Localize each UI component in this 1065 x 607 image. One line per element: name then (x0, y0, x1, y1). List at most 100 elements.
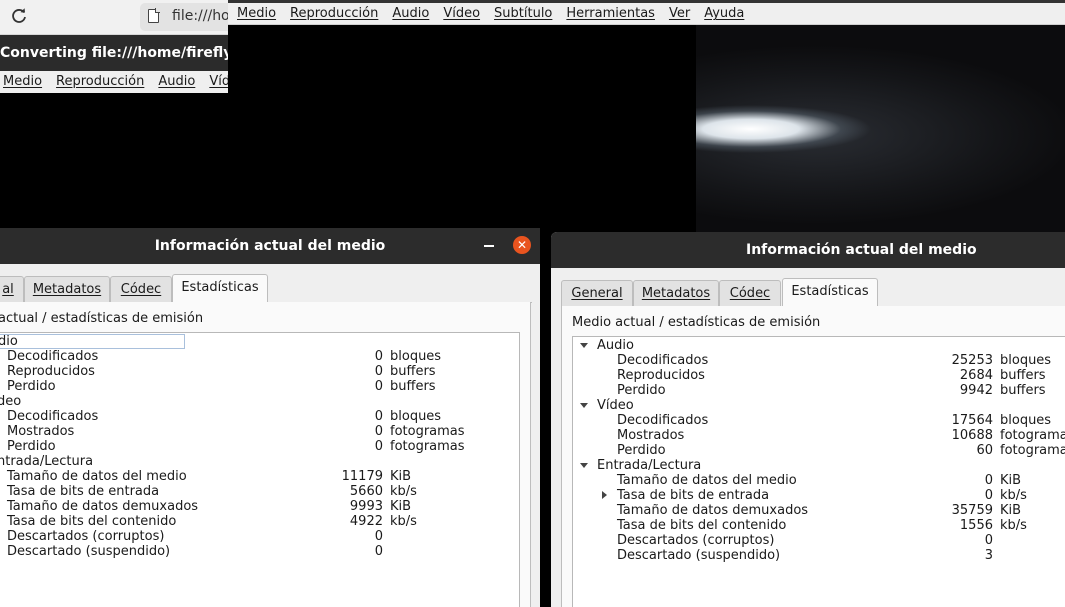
row-value: 10688 (951, 428, 993, 443)
row-unit: kb/s (1000, 488, 1027, 503)
tree-row[interactable]: Reproducidos 2684 buffers (573, 368, 1065, 383)
menu-reproduccion[interactable]: Reproducción (283, 3, 385, 24)
tree-row[interactable]: Tamaño de datos del medio 0 KiB (573, 473, 1065, 488)
conv-menu-audio[interactable]: Audio (151, 71, 202, 92)
row-label: dio (0, 334, 18, 349)
conv-menu-reproduccion[interactable]: Reproducción (49, 71, 151, 92)
row-value: 60 (976, 443, 993, 458)
menu-subtitulo[interactable]: Subtítulo (487, 3, 559, 24)
menu-herramientas[interactable]: Herramientas (559, 3, 662, 24)
row-value: 25253 (951, 353, 993, 368)
row-label: deo (0, 394, 22, 409)
close-icon[interactable]: ✕ (513, 236, 531, 254)
tab-metadatos[interactable]: Metadatos (633, 280, 719, 306)
reload-icon[interactable] (10, 7, 28, 25)
vlc-menubar: Medio Reproducción Audio Vídeo Subtítulo Herr… (228, 3, 1065, 25)
row-unit: fotogramas (390, 424, 465, 439)
tree-row[interactable]: Reproducidos 0 buffers (0, 364, 519, 379)
section-label: actual / estadísticas de emisión (0, 311, 204, 326)
row-unit: KiB (390, 499, 412, 514)
tree-group-row[interactable]: ntrada/Lectura (0, 454, 519, 469)
tree-row[interactable]: Mostrados 0 fotogramas (0, 424, 519, 439)
tree-group-row[interactable]: Vídeo (573, 398, 1065, 413)
menu-video[interactable]: Vídeo (436, 3, 487, 24)
url-bar[interactable]: file:///ho (140, 3, 230, 31)
menu-ayuda[interactable]: Ayuda (697, 3, 751, 24)
tree-row[interactable]: Tamaño de datos demuxados 35759 KiB (573, 503, 1065, 518)
menu-ver[interactable]: Ver (662, 3, 697, 24)
row-unit: kb/s (390, 484, 417, 499)
stats-tree[interactable]: Audio Decodificados 25253 bloques Reproducid… (572, 336, 1065, 607)
row-unit: buffers (1000, 383, 1046, 398)
tree-row[interactable]: Decodificados 25253 bloques (573, 353, 1065, 368)
row-unit: buffers (1000, 368, 1046, 383)
tree-row[interactable]: Descartado (suspendido) 3 (573, 548, 1065, 563)
tree-group-row[interactable]: deo (0, 394, 519, 409)
row-value: 2684 (959, 368, 993, 383)
tree-group-row[interactable]: Audio (573, 338, 1065, 353)
tree-row[interactable]: Perdido 0 fotogramas (0, 439, 519, 454)
tree-group-row[interactable]: dio (0, 334, 185, 349)
tab-estadisticas[interactable]: Estadísticas (172, 274, 268, 302)
tree-row[interactable]: Descartado (suspendido) 0 (0, 544, 519, 559)
tab-codec[interactable]: Códec (719, 280, 781, 306)
tree-row[interactable]: Perdido 0 buffers (0, 379, 519, 394)
tree-row[interactable]: Descartados (corruptos) 0 (0, 529, 519, 544)
row-label: Perdido (617, 443, 666, 458)
expand-arrow-icon[interactable] (580, 343, 588, 348)
row-unit: fotogramas (1000, 428, 1065, 443)
tree-row[interactable]: Tasa de bits del contenido 4922 kb/s (0, 514, 519, 529)
row-unit: fotogramas (390, 439, 465, 454)
url-text: file:///ho (172, 8, 230, 24)
row-label: Vídeo (597, 398, 634, 413)
tree-row[interactable]: Mostrados 10688 fotogramas (573, 428, 1065, 443)
tree-row[interactable]: Tasa de bits de entrada 5660 kb/s (0, 484, 519, 499)
tab-codec[interactable]: Códec (110, 276, 172, 302)
row-value: 0 (374, 349, 383, 364)
row-value: 0 (374, 544, 383, 559)
tree-row[interactable]: Tasa de bits del contenido 1556 kb/s (573, 518, 1065, 533)
row-unit: KiB (1000, 473, 1022, 488)
tree-row[interactable]: Decodificados 0 bloques (0, 409, 519, 424)
expand-arrow-icon[interactable] (580, 463, 588, 468)
menu-medio[interactable]: Medio (228, 3, 283, 24)
row-label: Tamaño de datos demuxados (7, 499, 199, 514)
dialog-title-bar: Información actual del medio (0, 228, 540, 264)
tree-row[interactable]: Perdido 9942 buffers (573, 383, 1065, 398)
dialog-title-bar: Información actual del medio (551, 232, 1065, 268)
tree-row[interactable]: Tamaño de datos demuxados 9993 KiB (0, 499, 519, 514)
conv-menu-medio[interactable]: Medio (0, 71, 49, 92)
tree-row[interactable]: Decodificados 0 bloques (0, 349, 519, 364)
tree-group-row[interactable]: Entrada/Lectura (573, 458, 1065, 473)
row-unit: bloques (1000, 353, 1052, 368)
tree-row[interactable]: Decodificados 17564 bloques (573, 413, 1065, 428)
expand-arrow-icon[interactable] (580, 403, 588, 408)
row-value: 3 (984, 548, 993, 563)
row-value: 0 (374, 424, 383, 439)
page-icon (148, 8, 160, 23)
minimize-icon[interactable] (484, 245, 494, 247)
row-value: 0 (374, 439, 383, 454)
tab-estadisticas[interactable]: Estadísticas (782, 278, 878, 306)
row-value: 0 (984, 473, 993, 488)
row-unit: bloques (390, 349, 442, 364)
row-unit: KiB (1000, 503, 1022, 518)
row-unit: fotogramas (1000, 443, 1065, 458)
tab-general[interactable]: General (561, 280, 633, 306)
tree-row[interactable]: Descartados (corruptos) 0 (573, 533, 1065, 548)
tree-row[interactable]: Perdido 60 fotogramas (573, 443, 1065, 458)
conv-menu-video[interactable]: Víde (202, 71, 228, 92)
row-value: 35759 (951, 503, 993, 518)
collapsed-arrow-icon[interactable] (602, 491, 607, 499)
row-value: 1556 (959, 518, 993, 533)
stats-tree[interactable]: dio Decodificados0bloques Reproducidos0buf… (0, 332, 520, 607)
menu-audio[interactable]: Audio (385, 3, 436, 24)
row-label: Tasa de bits de entrada (7, 484, 160, 499)
tree-row[interactable]: Tamaño de datos del medio 11179 KiB (0, 469, 519, 484)
tab-metadatos[interactable]: Metadatos (24, 276, 110, 302)
row-label: Reproducidos (7, 364, 95, 379)
row-value: 0 (984, 488, 993, 503)
row-label: Tasa de bits de entrada (617, 488, 770, 503)
tree-row[interactable]: Tasa de bits de entrada 0 kb/s (573, 488, 1065, 503)
tab-general[interactable]: al (0, 276, 24, 302)
